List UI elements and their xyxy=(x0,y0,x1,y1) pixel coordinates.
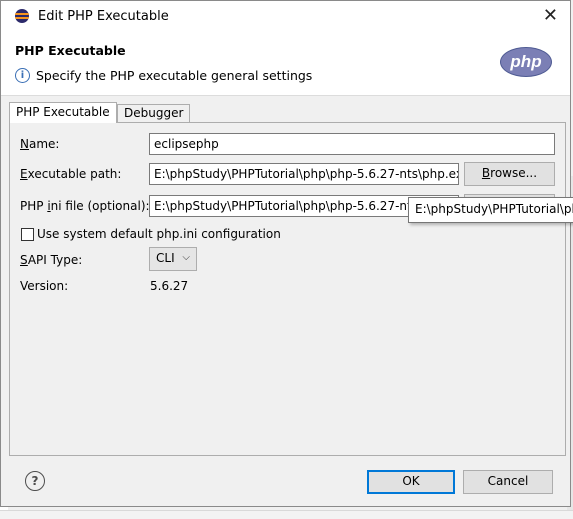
chevron-down-icon: ⌵ xyxy=(182,252,190,263)
window-title: Edit PHP Executable xyxy=(38,9,169,24)
tab-debugger[interactable]: Debugger xyxy=(117,104,191,122)
help-icon[interactable]: ? xyxy=(25,471,45,491)
header-title: PHP Executable xyxy=(15,43,126,58)
sapi-type-label-text: API Type: xyxy=(27,253,83,267)
cancel-button[interactable]: Cancel xyxy=(463,470,553,494)
ok-button[interactable]: OK xyxy=(367,470,455,494)
name-label: Name: xyxy=(20,137,60,151)
browse-button[interactable]: Browse... xyxy=(464,162,555,186)
use-default-ini-checkbox[interactable] xyxy=(21,228,34,241)
ini-file-label-post: ni file (optional): xyxy=(50,199,150,213)
executable-path-label: Executable path: xyxy=(20,167,122,181)
sapi-type-select[interactable]: CLI ⌵ xyxy=(149,247,197,271)
use-default-ini-label: Use system default php.ini configuration xyxy=(37,227,281,241)
version-label: Version: xyxy=(20,279,69,293)
executable-path-field[interactable]: E:\phpStudy\PHPTutorial\php\php-5.6.27-n… xyxy=(149,163,459,185)
name-field[interactable]: eclipsephp xyxy=(149,133,555,155)
php-executable-panel: Name: eclipsephp Executable path: E:\php… xyxy=(9,122,566,456)
eclipse-icon xyxy=(15,9,29,23)
title-bar: Edit PHP Executable ✕ xyxy=(1,1,570,33)
ini-file-label: PHP ini file (optional): xyxy=(20,199,150,213)
header-message: Specify the PHP executable general setti… xyxy=(36,68,313,83)
sapi-type-label: SAPI Type: xyxy=(20,253,83,267)
version-value: 5.6.27 xyxy=(150,279,189,293)
name-label-text: ame: xyxy=(28,137,60,151)
info-icon: i xyxy=(15,68,30,83)
edit-php-executable-dialog: Edit PHP Executable ✕ PHP Executable i S… xyxy=(0,0,573,507)
path-tooltip: E:\phpStudy\PHPTutorial\ph xyxy=(408,197,573,223)
sapi-type-value: CLI xyxy=(156,251,175,265)
browse-button-text: rowse... xyxy=(490,166,538,180)
tab-php-executable[interactable]: PHP Executable xyxy=(9,102,117,123)
executable-path-label-text: xecutable path: xyxy=(27,167,122,181)
php-logo: php xyxy=(500,47,552,77)
ini-file-label-pre: PHP xyxy=(20,199,48,213)
close-icon[interactable]: ✕ xyxy=(543,5,558,26)
dialog-header: PHP Executable i Specify the PHP executa… xyxy=(1,33,570,96)
